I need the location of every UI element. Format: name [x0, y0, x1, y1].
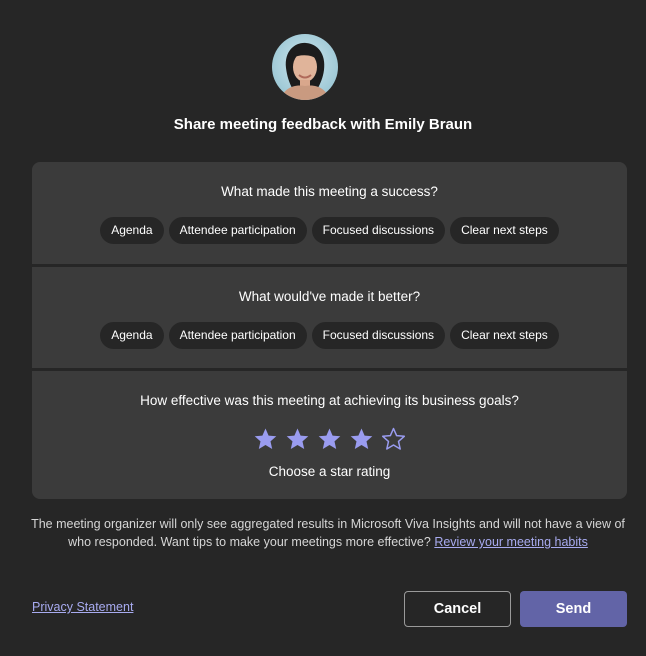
star-filled-icon[interactable] [253, 427, 278, 452]
better-section: What would've made it better? Agenda Att… [32, 267, 627, 368]
better-question: What would've made it better? [238, 289, 421, 304]
rating-label: Choose a star rating [268, 464, 391, 479]
star-outline-icon[interactable] [381, 427, 406, 452]
avatar [272, 34, 338, 100]
send-button[interactable]: Send [520, 591, 627, 627]
success-chip-attendee-participation[interactable]: Attendee participation [168, 217, 307, 244]
dialog-title: Share meeting feedback with Emily Braun [173, 116, 473, 133]
better-chip-focused-discussions[interactable]: Focused discussions [311, 322, 446, 349]
star-rating [32, 427, 627, 452]
better-chip-attendee-participation[interactable]: Attendee participation [168, 322, 307, 349]
success-question: What made this meeting a success? [221, 184, 438, 199]
cancel-button[interactable]: Cancel [404, 591, 511, 627]
better-chips: Agenda Attendee participation Focused di… [32, 322, 627, 349]
success-section: What made this meeting a success? Agenda… [32, 162, 627, 264]
success-chip-clear-next-steps[interactable]: Clear next steps [450, 217, 559, 244]
star-filled-icon[interactable] [285, 427, 310, 452]
better-chip-clear-next-steps[interactable]: Clear next steps [450, 322, 559, 349]
rating-question: How effective was this meeting at achiev… [140, 393, 519, 408]
privacy-statement-link[interactable]: Privacy Statement [32, 600, 133, 614]
person-avatar-icon [280, 42, 330, 100]
review-meeting-habits-link[interactable]: Review your meeting habits [434, 535, 588, 549]
star-filled-icon[interactable] [349, 427, 374, 452]
success-chip-agenda[interactable]: Agenda [100, 217, 164, 244]
rating-section: How effective was this meeting at achiev… [32, 371, 627, 499]
success-chip-focused-discussions[interactable]: Focused discussions [311, 217, 446, 244]
star-filled-icon[interactable] [317, 427, 342, 452]
privacy-note: The meeting organizer will only see aggr… [30, 515, 626, 551]
better-chip-agenda[interactable]: Agenda [100, 322, 164, 349]
success-chips: Agenda Attendee participation Focused di… [32, 217, 627, 244]
